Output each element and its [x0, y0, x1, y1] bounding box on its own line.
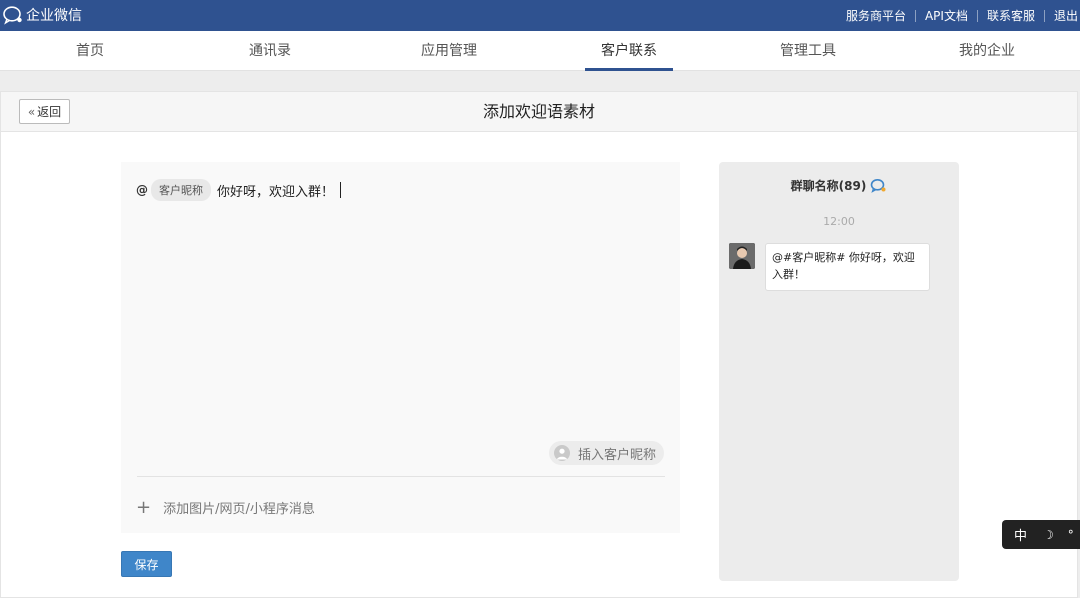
logout-link[interactable]: 退出 [1054, 7, 1078, 24]
api-docs-link[interactable]: API文档 [925, 7, 968, 24]
message-input-line[interactable]: @ 客户昵称 你好呀，欢迎入群！ [136, 179, 342, 201]
preview-message-bubble: @#客户昵称# 你好呀，欢迎入群！ [765, 243, 930, 291]
add-attachment-button[interactable]: + 添加图片/网页/小程序消息 [136, 498, 315, 517]
nav-item-contacts[interactable]: 通讯录 [180, 31, 360, 71]
text-cursor [340, 182, 342, 198]
insert-nickname-label: 插入客户昵称 [578, 447, 657, 463]
active-tab-indicator [585, 68, 673, 71]
divider [137, 476, 665, 477]
punctuation-icon[interactable]: ° [1068, 528, 1074, 542]
wecom-logo-icon [3, 6, 22, 25]
back-button[interactable]: « 返回 [19, 99, 70, 124]
message-text: 你好呀，欢迎入群！ [217, 184, 335, 200]
nav-item-my-enterprise[interactable]: 我的企业 [897, 31, 1077, 71]
divider [976, 9, 978, 22]
ime-mode-toggle[interactable]: 中 [1014, 525, 1027, 544]
group-chat-title: 群聊名称(89) [719, 177, 959, 194]
logo[interactable]: 企业微信 [2, 5, 82, 25]
nav-item-customer-contact[interactable]: 客户联系 [539, 31, 719, 71]
chat-preview: 群聊名称(89) 12:00 @#客户昵称# 你好呀，欢迎入群！ [719, 162, 959, 581]
moon-icon[interactable]: ☽ [1043, 528, 1054, 542]
nickname-placeholder-chip[interactable]: 客户昵称 [151, 179, 211, 201]
main-nav: 首页 通讯录 应用管理 客户联系 管理工具 我的企业 [0, 31, 1080, 71]
message-time: 12:00 [823, 215, 855, 228]
double-chevron-left-icon: « [27, 104, 36, 119]
provider-platform-link[interactable]: 服务商平台 [846, 7, 906, 24]
welcome-message-editor[interactable]: @ 客户昵称 你好呀，欢迎入群！ 插入客户昵称 + 添加图片/网页/小程序消息 [121, 162, 680, 533]
nav-item-app-management[interactable]: 应用管理 [359, 31, 539, 71]
avatar [729, 243, 755, 269]
main-panel: 添加欢迎语素材 « 返回 @ 客户昵称 你好呀，欢迎入群！ 插入客户昵称 + 添… [0, 91, 1078, 598]
group-name: 群聊名称(89) [790, 179, 867, 193]
page-title: 添加欢迎语素材 [482, 102, 595, 121]
top-bar: 企业微信 服务商平台 API文档 联系客服 退出 [0, 0, 1080, 31]
nav-item-management-tools[interactable]: 管理工具 [718, 31, 898, 71]
app-name: 企业微信 [26, 8, 82, 24]
divider [1043, 9, 1045, 22]
divider [914, 9, 916, 22]
wecom-chat-icon [871, 179, 886, 193]
insert-nickname-button[interactable]: 插入客户昵称 [549, 441, 664, 465]
add-attachment-label: 添加图片/网页/小程序消息 [163, 502, 315, 517]
back-button-label: 返回 [37, 105, 62, 119]
at-symbol: @ [136, 183, 148, 197]
panel-header: 添加欢迎语素材 « 返回 [1, 92, 1077, 132]
nav-item-home[interactable]: 首页 [0, 31, 180, 71]
top-links: 服务商平台 API文档 联系客服 退出 [846, 7, 1078, 24]
contact-support-link[interactable]: 联系客服 [987, 7, 1035, 24]
plus-icon: + [136, 496, 152, 518]
save-button[interactable]: 保存 [121, 551, 172, 577]
ime-toolbar[interactable]: 中 ☽ ° [1002, 520, 1080, 549]
user-icon [554, 445, 570, 461]
